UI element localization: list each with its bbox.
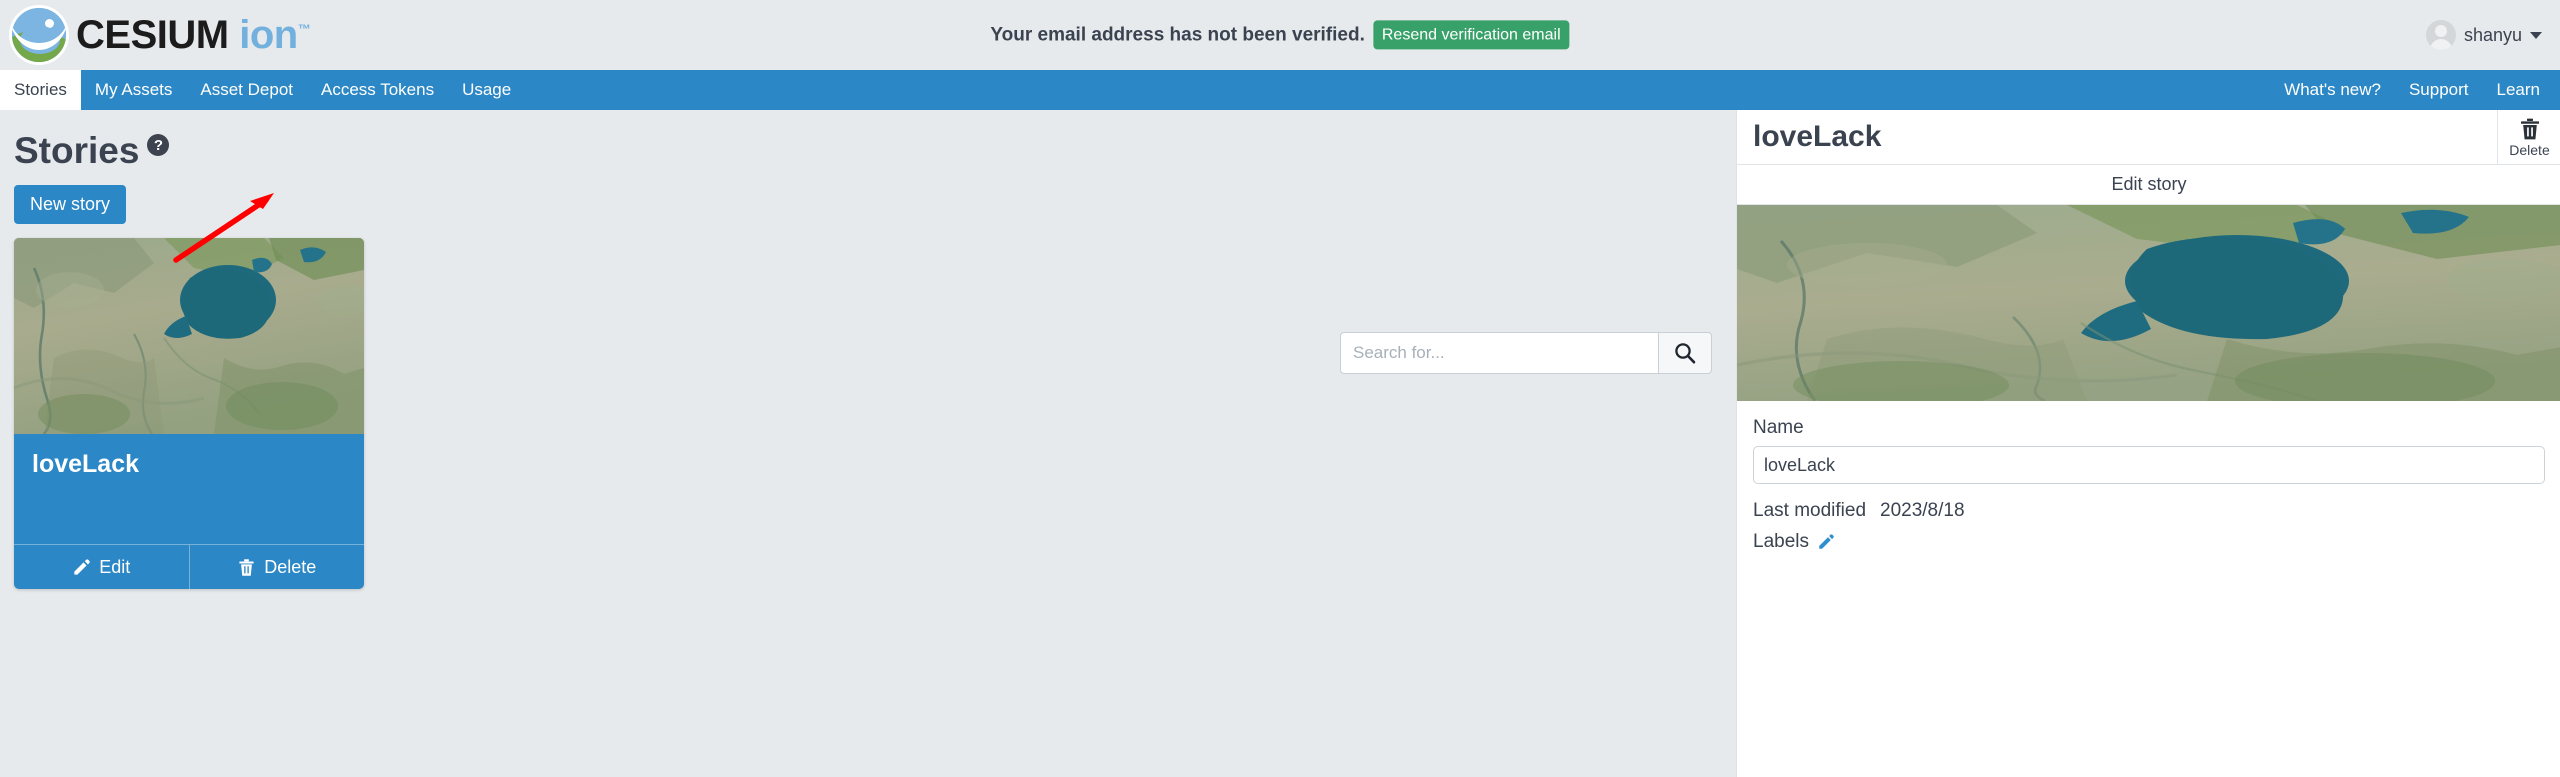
nav-item-whats-new[interactable]: What's new?	[2270, 70, 2395, 110]
last-modified-row: Last modified 2023/8/18	[1753, 500, 2545, 522]
pencil-icon	[1819, 534, 1834, 549]
detail-panel-header: loveLack Delete	[1737, 110, 2560, 165]
app-root: CESIUM ion™ Your email address has not b…	[0, 0, 2560, 777]
email-verification-banner: Your email address has not been verified…	[990, 20, 1570, 50]
stories-search	[1340, 332, 1712, 374]
story-edit-button[interactable]: Edit	[14, 545, 189, 589]
satellite-map-thumbnail	[14, 238, 364, 434]
name-field-label: Name	[1753, 417, 1804, 438]
user-avatar-icon	[2425, 20, 2456, 50]
logo-text-ion: ion	[239, 13, 298, 57]
search-input[interactable]	[1340, 332, 1658, 374]
main-navigation: Stories My Assets Asset Depot Access Tok…	[0, 70, 2560, 110]
stories-pane: Stories ? New story Search for... loveLa…	[0, 110, 1736, 777]
stories-grid: loveLack Edit Delete	[0, 224, 1736, 589]
last-modified-value: 2023/8/18	[1880, 500, 1965, 521]
nav-item-stories[interactable]: Stories	[0, 70, 81, 110]
nav-item-my-assets[interactable]: My Assets	[81, 70, 186, 110]
resend-verification-button[interactable]: Resend verification email	[1372, 20, 1570, 50]
nav-right-group: What's new? Support Learn	[2270, 70, 2554, 110]
user-menu[interactable]: shanyu	[2425, 20, 2542, 50]
story-card-title: loveLack	[32, 450, 140, 478]
story-card-actions: Edit Delete	[14, 544, 364, 589]
trash-icon	[2520, 118, 2539, 139]
user-name-label: shanyu	[2463, 24, 2522, 45]
story-card[interactable]: loveLack Edit Delete	[14, 238, 364, 589]
detail-fields: Name Last modified 2023/8/18 Labels	[1737, 401, 2560, 553]
chevron-down-icon	[2530, 31, 2542, 39]
page-title: Stories	[14, 130, 140, 171]
story-card-body: loveLack	[14, 434, 364, 544]
story-thumbnail	[14, 238, 364, 434]
top-header: CESIUM ion™ Your email address has not b…	[0, 0, 2560, 70]
labels-row: Labels	[1753, 531, 2545, 553]
main-content: Stories ? New story Search for... loveLa…	[0, 110, 2560, 777]
cesium-mountain-icon	[12, 8, 66, 62]
story-edit-label: Edit	[99, 556, 131, 577]
nav-item-support[interactable]: Support	[2395, 70, 2483, 110]
new-story-button[interactable]: New story	[14, 185, 127, 224]
logo-text-cesium: CESIUM	[76, 13, 229, 57]
labels-edit-button[interactable]	[1817, 533, 1835, 551]
edit-story-link[interactable]: Edit story	[1737, 165, 2560, 205]
cesium-ion-logo[interactable]: CESIUM ion™	[0, 0, 311, 70]
help-icon[interactable]: ?	[147, 134, 170, 156]
detail-panel-title: loveLack	[1753, 120, 1882, 153]
trash-icon	[239, 558, 254, 576]
stories-header: Stories ?	[0, 110, 1736, 169]
pencil-icon	[74, 558, 90, 575]
nav-item-asset-depot[interactable]: Asset Depot	[186, 70, 307, 110]
trademark-symbol: ™	[297, 21, 311, 37]
labels-label: Labels	[1753, 531, 1809, 552]
nav-item-learn[interactable]: Learn	[2483, 70, 2554, 110]
detail-delete-button[interactable]: Delete	[2497, 110, 2560, 164]
nav-left-group: Stories My Assets Asset Depot Access Tok…	[0, 70, 525, 110]
name-field-input[interactable]	[1753, 446, 2545, 484]
search-icon	[1675, 343, 1696, 364]
nav-item-access-tokens[interactable]: Access Tokens	[307, 70, 448, 110]
story-detail-panel: loveLack Delete Edit story Name loveLack…	[1736, 110, 2560, 777]
satellite-map-preview	[1737, 205, 2560, 401]
story-preview-image	[1737, 205, 2560, 401]
verification-message: Your email address has not been verified…	[990, 24, 1365, 45]
story-delete-label: Delete	[264, 556, 317, 577]
last-modified-label: Last modified	[1753, 500, 1867, 521]
search-button[interactable]	[1658, 332, 1712, 374]
story-delete-button[interactable]: Delete	[188, 545, 365, 589]
logo-wordmark: CESIUM ion™	[76, 13, 311, 57]
detail-delete-label: Delete	[2509, 141, 2550, 158]
nav-item-usage[interactable]: Usage	[448, 70, 525, 110]
